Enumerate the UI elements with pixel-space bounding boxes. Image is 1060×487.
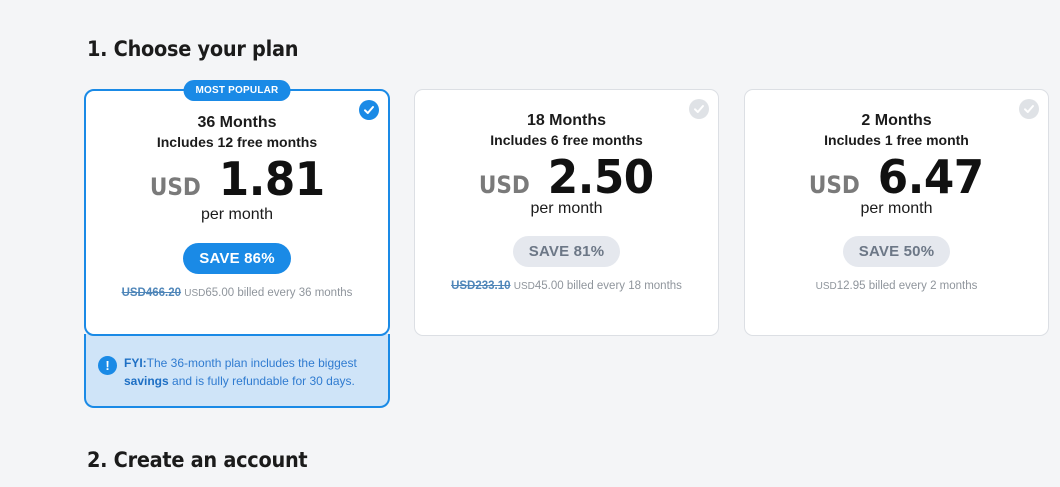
plan-price: USD 1.81 <box>86 152 388 208</box>
check-circle-icon <box>1019 99 1039 119</box>
plan-card-36-months[interactable]: MOST POPULAR 36 Months Includes 12 free … <box>84 80 390 336</box>
plan-card-18-months[interactable]: 18 Months Includes 6 free months USD 2.5… <box>414 89 719 336</box>
price-currency: USD <box>809 171 861 199</box>
fyi-label: FYI: <box>124 356 147 370</box>
billing-info: USD233.10 USD45.00 billed every 18 month… <box>415 280 718 292</box>
plan-free-months: Includes 6 free months <box>490 132 643 148</box>
save-badge: SAVE 81% <box>512 236 621 267</box>
plan-card-2-months[interactable]: 2 Months Includes 1 free month USD 6.47 … <box>744 89 1049 336</box>
billed-currency: USD <box>815 281 837 292</box>
price-currency: USD <box>479 171 531 199</box>
exclamation-icon: ! <box>98 356 117 375</box>
fyi-bold: savings <box>124 374 169 388</box>
billed-amount: 65.00 <box>205 287 235 299</box>
plan-free-months: Includes 1 free month <box>824 132 969 148</box>
billed-currency: USD <box>184 288 206 299</box>
per-month-label: per month <box>200 206 274 223</box>
original-price: USD466.20 <box>121 287 182 299</box>
billed-amount: 12.95 <box>836 280 866 292</box>
billing-info: USD12.95 billed every 2 months <box>745 280 1048 292</box>
price-currency: USD <box>149 173 201 201</box>
billing-info: USD466.20 USD65.00 billed every 36 month… <box>86 287 388 299</box>
billed-amount: 45.00 <box>534 280 564 292</box>
billed-currency: USD <box>513 281 535 292</box>
billed-text: billed every 36 months <box>237 287 353 299</box>
billed-text: billed every 18 months <box>566 280 682 292</box>
plan-duration: 36 Months <box>197 114 277 131</box>
original-price: USD233.10 <box>451 280 511 292</box>
plan-duration: 2 Months <box>861 112 932 129</box>
check-circle-icon <box>689 99 709 119</box>
step-title-create-account: 2. Create an account <box>87 448 308 472</box>
save-badge: SAVE 50% <box>842 236 951 267</box>
step-title-choose-plan: 1. Choose your plan <box>87 37 299 61</box>
fyi-text: FYI:The 36-month plan includes the bigge… <box>124 354 372 390</box>
plan-duration: 18 Months <box>526 112 607 129</box>
fyi-note: ! FYI:The 36-month plan includes the big… <box>84 334 390 408</box>
plan-price: USD 6.47 <box>745 150 1048 206</box>
plan-free-months: Includes 12 free months <box>156 134 318 150</box>
plan-price: USD 2.50 <box>415 150 718 206</box>
price-amount: 1.81 <box>218 152 325 206</box>
most-popular-badge: MOST POPULAR <box>183 80 291 101</box>
price-amount: 6.47 <box>877 150 984 204</box>
billed-text: billed every 2 months <box>868 280 978 292</box>
check-circle-icon <box>359 100 379 120</box>
price-amount: 2.50 <box>547 150 654 204</box>
fyi-text-before: The 36-month plan includes the biggest <box>146 356 357 370</box>
save-badge: SAVE 86% <box>183 243 291 274</box>
fyi-text-after: and is fully refundable for 30 days. <box>172 374 355 388</box>
